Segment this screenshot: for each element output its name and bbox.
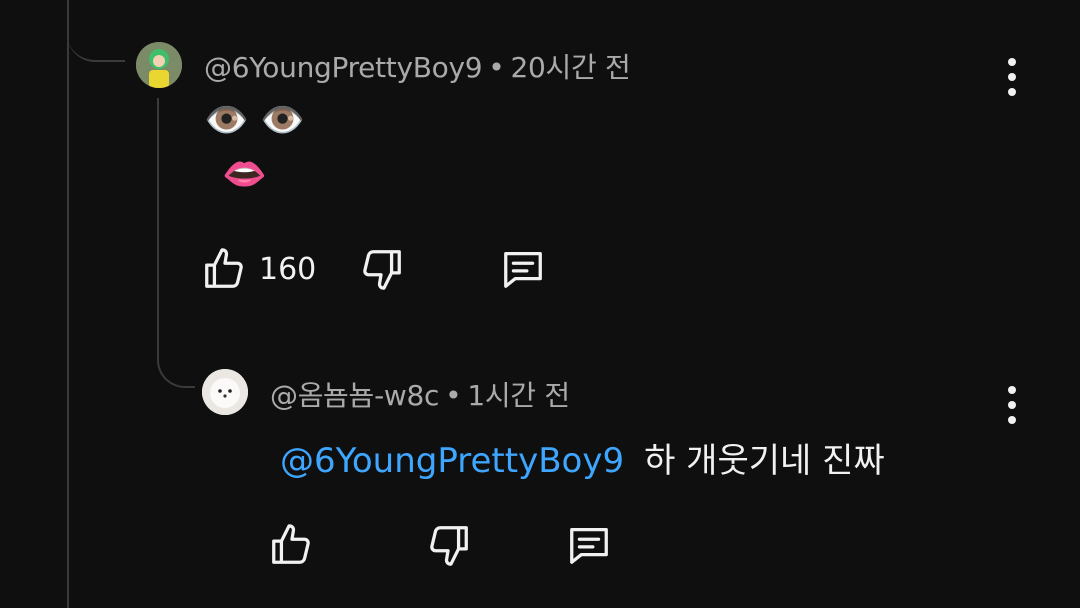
- reply-more-button[interactable]: [1004, 386, 1020, 424]
- reply-text: 하 개웃기네 진짜: [644, 441, 885, 481]
- more-vertical-icon: [1008, 58, 1016, 66]
- comment-author[interactable]: @6YoungPrettyBoy9: [204, 51, 483, 84]
- comment-more-button[interactable]: [1004, 58, 1020, 96]
- like-button[interactable]: 160: [201, 246, 316, 292]
- more-vertical-icon: [1008, 386, 1016, 394]
- comment-meta: @6YoungPrettyBoy9 • 20시간 전: [204, 46, 631, 86]
- reply-body: @6YoungPrettyBoy9 하 개웃기네 진짜: [280, 433, 885, 482]
- thread-curve-reply: [157, 330, 195, 388]
- comment-time[interactable]: 20시간 전: [510, 51, 630, 84]
- dislike-button[interactable]: [359, 246, 405, 292]
- reply-dislike-button[interactable]: [426, 522, 472, 568]
- thumb-up-icon: [272, 524, 310, 564]
- reply-meta: @옴뇸뇸-w8c • 1시간 전: [270, 374, 570, 414]
- thumb-down-icon: [430, 526, 468, 566]
- like-count: 160: [259, 251, 317, 287]
- reply-reply-button[interactable]: [565, 522, 613, 568]
- avatar[interactable]: [136, 42, 182, 88]
- meta-separator: •: [445, 379, 462, 412]
- thread-curve-top: [67, 0, 125, 62]
- thumb-down-icon: [363, 250, 401, 290]
- thread-line-inner: [157, 98, 159, 338]
- comment-body-line1: 👁️ 👁️: [204, 100, 306, 141]
- avatar[interactable]: [202, 369, 248, 415]
- thumb-up-icon: [205, 248, 243, 288]
- reply-like-button[interactable]: [268, 522, 314, 568]
- comment-icon: [570, 528, 608, 564]
- comment-body-line2: 👄: [222, 154, 267, 195]
- reply-time[interactable]: 1시간 전: [467, 379, 570, 412]
- reply-mention-link[interactable]: @6YoungPrettyBoy9: [280, 441, 624, 481]
- thread-line-left: [67, 0, 69, 608]
- comment-icon: [504, 252, 542, 288]
- reply-button[interactable]: [499, 246, 547, 292]
- meta-separator: •: [488, 51, 505, 84]
- reply-author[interactable]: @옴뇸뇸-w8c: [270, 379, 439, 412]
